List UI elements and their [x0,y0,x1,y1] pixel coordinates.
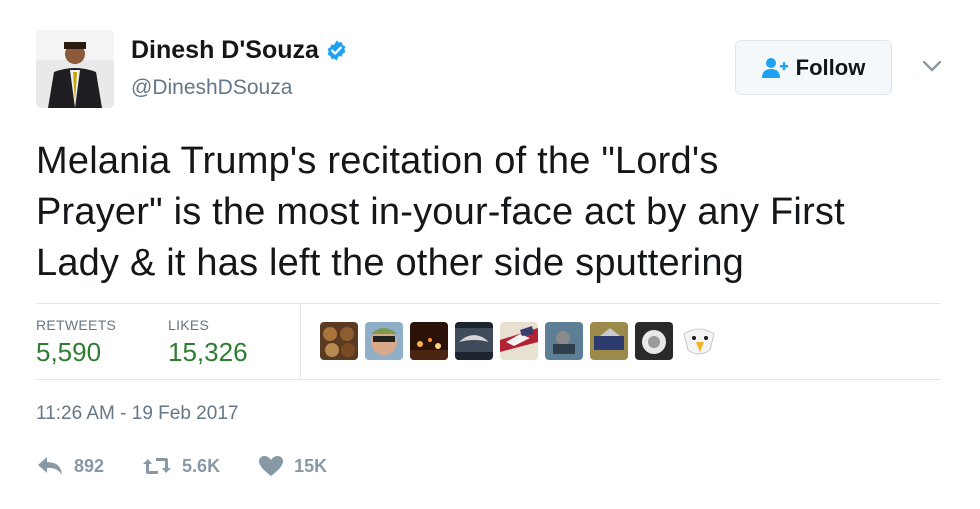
tweet-text-line: Melania Trump's recitation of the "Lord'… [36,140,719,182]
retweets-stat[interactable]: RETWEETS 5,590 [36,317,116,368]
like-count: 15K [294,455,328,476]
liker-avatar[interactable] [455,322,493,360]
reply-button[interactable]: 892 [36,455,104,477]
retweets-label: RETWEETS [36,317,117,333]
chevron-down-icon [922,60,942,72]
divider [36,379,941,380]
more-options-button[interactable] [918,54,946,78]
tweet-text-line: Lady & it has left the other side sputte… [36,242,744,284]
likes-label: LIKES [168,317,210,333]
retweet-icon [143,458,172,474]
tweet-text: Melania Trump's recitation of the "Lord'… [36,136,956,289]
follow-button[interactable]: Follow [735,40,892,95]
user-handle[interactable]: @DineshDSouza [131,76,292,100]
divider [36,303,941,304]
liker-avatar[interactable] [635,322,673,360]
follow-button-label: Follow [795,54,866,80]
follow-person-icon [761,57,788,78]
likes-stat[interactable]: LIKES 15,326 [168,317,248,368]
heart-icon [259,456,284,476]
liker-avatar[interactable] [500,322,538,360]
profile-photo [36,30,114,108]
liker-avatar[interactable] [410,322,448,360]
avatar[interactable] [36,30,114,108]
likes-value: 15,326 [168,337,248,367]
user-name[interactable]: Dinesh D'Souza [131,36,319,65]
tweet-timestamp[interactable]: 11:26 AM - 19 Feb 2017 [36,403,238,425]
verified-badge-icon [327,40,346,61]
liker-avatar[interactable] [545,322,583,360]
liker-avatar[interactable] [590,322,628,360]
reply-icon [38,457,62,475]
reply-count: 892 [74,455,105,476]
liker-avatar[interactable] [365,322,403,360]
liker-avatar[interactable] [320,322,358,360]
liker-avatars [320,322,725,360]
tweet-actions: 892 5.6K 15K [36,455,365,477]
retweets-value: 5,590 [36,337,102,367]
retweet-button[interactable]: 5.6K [142,455,220,477]
retweet-count: 5.6K [182,455,221,476]
stats-divider [300,304,301,379]
tweet-text-line: Prayer" is the most in-your-face act by … [36,191,845,233]
liker-avatar[interactable] [680,322,718,360]
like-button[interactable]: 15K [258,455,327,477]
user-name-row[interactable]: Dinesh D'Souza [131,36,348,65]
